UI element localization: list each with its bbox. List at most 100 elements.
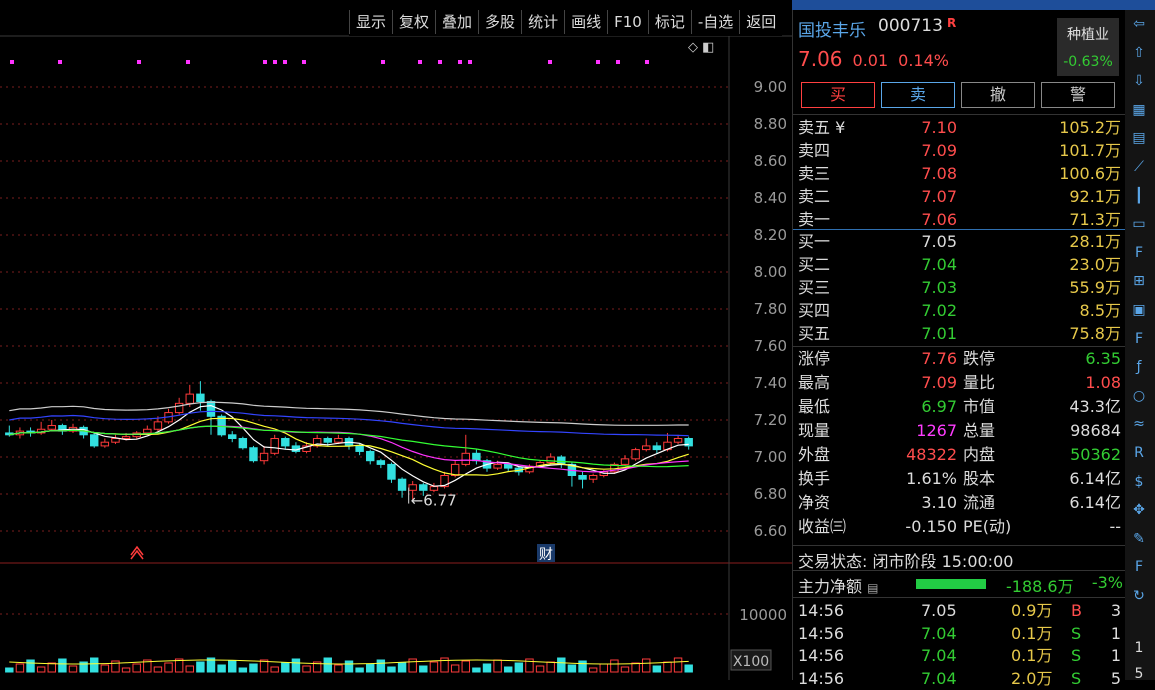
divider: [793, 597, 1125, 598]
signal-marker: [596, 60, 600, 64]
alert-button[interactable]: 警: [1041, 82, 1115, 108]
toolbar-button[interactable]: -自选: [690, 10, 739, 34]
toolbar-button[interactable]: F10: [607, 10, 648, 34]
tick-time: 14:56: [798, 623, 845, 643]
toolbar-button[interactable]: 多股: [478, 10, 521, 34]
candle-body: [281, 438, 290, 447]
volume-bar: [100, 664, 110, 673]
toolbar-button[interactable]: 返回: [739, 10, 782, 34]
y-tick-label: 7.60: [754, 337, 787, 355]
volume-bar: [429, 661, 439, 673]
volume-bar: [652, 665, 662, 673]
candle-body: [174, 402, 184, 414]
bid-label: 买一: [798, 232, 831, 251]
candle-body: [238, 438, 248, 449]
bid-row[interactable]: 买二 7.04 23.0万: [793, 254, 1125, 276]
main-fund-value: -188.6万: [1006, 577, 1074, 596]
fx-icon[interactable]: ƒ: [1128, 357, 1150, 377]
side-number[interactable]: 5: [1128, 664, 1150, 684]
signal-marker: [381, 60, 385, 64]
tick-row[interactable]: 14:56 7.05 0.9万 B 3: [793, 599, 1125, 622]
divider: [793, 545, 1125, 546]
volume-bar: [270, 666, 279, 673]
trade-action-row: 买 卖 撤 警: [801, 82, 1115, 108]
bid-price: 7.04: [921, 255, 957, 274]
volume-bar: [599, 663, 608, 673]
toolbar-button[interactable]: 复权: [392, 10, 435, 34]
bid-row[interactable]: 买一 7.05 28.1万: [793, 231, 1125, 253]
f5-icon[interactable]: F: [1128, 557, 1150, 577]
volume-bar: [387, 666, 396, 673]
sector-box[interactable]: 种植业 -0.63%: [1057, 18, 1119, 76]
arrow-down-icon[interactable]: ⇩: [1128, 71, 1150, 91]
volume-bar: [578, 660, 587, 673]
ask-price: 7.10: [921, 118, 957, 137]
ask-label: 卖三: [798, 164, 831, 183]
ask-row[interactable]: 卖一 7.06 71.3万: [793, 209, 1125, 231]
sell-button[interactable]: 卖: [881, 82, 955, 108]
tick-row[interactable]: 14:56 7.04 0.1万 S 1: [793, 644, 1125, 667]
kline-chart[interactable]: 9.00 8.80 8.60 8.40 8.20 8.00 7.80 7.60 7.40 7.20…: [0, 0, 792, 680]
line-chart-icon[interactable]: ⟋: [1128, 157, 1150, 177]
bid-row[interactable]: 买四 7.02 8.5万: [793, 300, 1125, 322]
window-toggle-icon[interactable]: ◧: [702, 40, 714, 55]
divider: [793, 229, 1125, 230]
ask-row[interactable]: 卖五 ¥ 7.10 105.2万: [793, 117, 1125, 139]
bid-volume: 55.9万: [1069, 278, 1121, 297]
move-icon[interactable]: ✥: [1128, 500, 1150, 520]
cancel-order-button[interactable]: 撤: [961, 82, 1035, 108]
volume-bar: [514, 662, 524, 673]
candle-body: [461, 452, 470, 465]
sector-name: 种植业: [1067, 27, 1109, 43]
tick-row[interactable]: 14:56 7.04 2.0万 S 5: [793, 667, 1125, 690]
stock-name[interactable]: 国投丰乐: [798, 16, 866, 41]
refresh-icon[interactable]: ↻: [1128, 586, 1150, 606]
calendar-icon[interactable]: ▣: [1128, 300, 1150, 320]
grid-icon[interactable]: ▦: [1128, 100, 1150, 120]
bid-row[interactable]: 买五 7.01 75.8万: [793, 323, 1125, 345]
f12-icon[interactable]: F: [1128, 329, 1150, 349]
rsi-icon[interactable]: R: [1128, 443, 1150, 463]
volume-bar: [610, 659, 619, 673]
bid-row[interactable]: 买三 7.03 55.9万: [793, 277, 1125, 299]
toolbar-button[interactable]: 叠加: [435, 10, 478, 34]
f10-icon[interactable]: F: [1128, 243, 1150, 263]
volume-bar: [472, 667, 481, 673]
ask-row[interactable]: 卖三 7.08 100.6万: [793, 163, 1125, 185]
ask-row[interactable]: 卖二 7.07 92.1万: [793, 186, 1125, 208]
bid-price: 7.02: [921, 301, 957, 320]
arrow-left-icon[interactable]: ⇦: [1128, 14, 1150, 34]
toolbar-button[interactable]: 显示: [349, 10, 392, 34]
side-number[interactable]: 1: [1128, 638, 1150, 658]
list-icon[interactable]: ▤: [867, 581, 878, 595]
kline-chart-area[interactable]: 9.00 8.80 8.60 8.40 8.20 8.00 7.80 7.60 7.40 7.20…: [0, 0, 792, 680]
circle-icon[interactable]: ○: [1128, 386, 1150, 406]
toolbar-button[interactable]: 标记: [647, 10, 691, 34]
diamond-icon[interactable]: ◇: [688, 40, 698, 55]
arrow-up-icon[interactable]: ⇧: [1128, 43, 1150, 63]
candle-body: [493, 463, 502, 469]
pencil-icon[interactable]: ✎: [1128, 529, 1150, 549]
toolbar-button[interactable]: 画线: [564, 10, 607, 34]
tick-row[interactable]: 14:56 7.04 0.1万 S 1: [793, 622, 1125, 645]
dollar-icon[interactable]: $: [1128, 472, 1150, 492]
stat-value: 1.61%: [906, 469, 957, 488]
signal-marker: [548, 60, 552, 64]
chart-corner-icons[interactable]: ◇ ◧: [688, 40, 714, 55]
ask-row[interactable]: 卖四 7.09 101.7万: [793, 140, 1125, 162]
bid-volume: 28.1万: [1069, 232, 1121, 251]
buy-button[interactable]: 买: [801, 82, 875, 108]
toolbar-button[interactable]: 统计: [521, 10, 564, 34]
main-fund-label: 主力净额: [798, 577, 863, 596]
candle-icon[interactable]: ┃: [1128, 186, 1150, 206]
stock-code: 000713: [878, 16, 943, 36]
table-icon[interactable]: ▤: [1128, 128, 1150, 148]
stats-row: 涨停 7.76 跌停 6.35: [793, 347, 1125, 370]
y-tick-label: 7.80: [754, 300, 787, 318]
y-tick-label: 8.20: [754, 226, 787, 244]
main-fund-row[interactable]: 主力净额 ▤ -188.6万 -3%: [798, 573, 1123, 597]
wave-icon[interactable]: ≈: [1128, 414, 1150, 434]
window-icon[interactable]: ▭: [1128, 214, 1150, 234]
tree-icon[interactable]: ⊞: [1128, 271, 1150, 291]
bid-volume: 75.8万: [1069, 324, 1121, 343]
